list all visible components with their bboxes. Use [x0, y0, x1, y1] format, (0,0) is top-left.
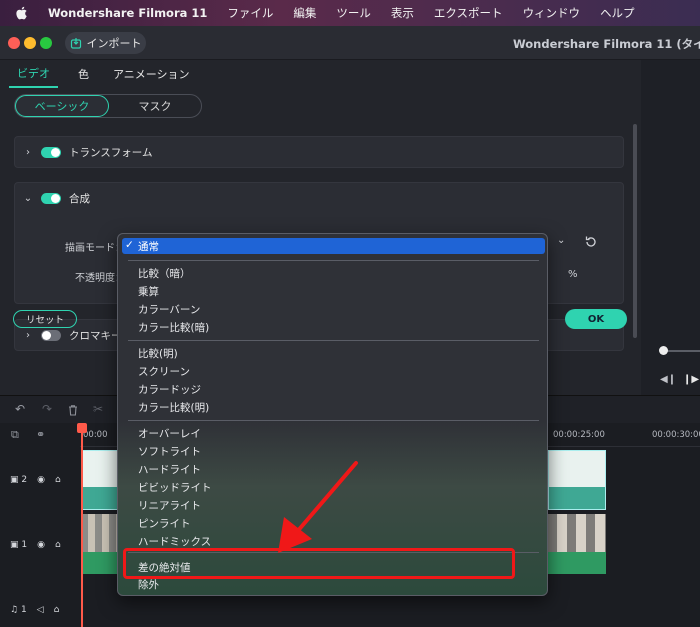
dropdown-chevron-icon[interactable]: ⌄ — [557, 235, 565, 246]
menu-export[interactable]: エクスポート — [434, 5, 503, 21]
menu-separator — [128, 340, 539, 341]
menu-item-lighten[interactable]: 比較(明) — [138, 346, 178, 361]
audio-track-label: 1 — [20, 605, 27, 615]
menu-edit[interactable]: 編集 — [293, 5, 316, 21]
menu-item-linear-light[interactable]: リニアライト — [138, 498, 201, 513]
window-title: Wondershare Filmora 11 (タイトルなし — [513, 37, 700, 51]
panel-tabs: ビデオ 色 アニメーション — [0, 60, 641, 88]
transform-section[interactable]: › トランスフォーム — [14, 136, 624, 168]
segment-basic[interactable]: ベーシック — [15, 95, 109, 117]
menu-item-soft-light[interactable]: ソフトライト — [138, 444, 201, 459]
play-icon[interactable]: ❙▶ — [683, 374, 699, 385]
track-2-label: 2 — [21, 475, 28, 485]
import-label: インポート — [86, 37, 142, 50]
transform-toggle[interactable] — [41, 146, 61, 158]
segment-mask[interactable]: マスク — [109, 95, 201, 117]
playhead-handle[interactable] — [77, 423, 87, 433]
redo-icon[interactable]: ↷ — [42, 402, 52, 416]
minimize-window-button[interactable] — [24, 37, 36, 49]
import-button[interactable]: インポート — [65, 32, 146, 54]
clip-title-start[interactable] — [81, 450, 121, 510]
menu-app-name[interactable]: Wondershare Filmora 11 — [48, 6, 207, 20]
chevron-right-icon[interactable]: › — [23, 330, 33, 341]
menu-item-color-dodge[interactable]: カラードッジ — [138, 382, 201, 397]
playhead[interactable] — [81, 423, 83, 627]
scissors-icon[interactable]: ✂ — [93, 402, 103, 416]
transform-label: トランスフォーム — [69, 146, 153, 159]
tab-video[interactable]: ビデオ — [9, 60, 58, 88]
menu-item-color-burn[interactable]: カラーバーン — [138, 302, 200, 317]
menu-item-exclusion[interactable]: 除外 — [138, 577, 159, 592]
panel-scrollbar[interactable] — [633, 124, 637, 338]
lock-icon[interactable]: ⌂ — [55, 475, 61, 485]
menu-bar: Wondershare Filmora 11 ファイル 編集 ツール 表示 エク… — [0, 0, 700, 26]
music-track-icon: ♫ 1 — [10, 605, 27, 615]
tab-color[interactable]: 色 — [70, 60, 97, 88]
basic-mask-segment: ベーシック マスク — [14, 94, 202, 118]
track-header-video-2: ▣ 2 ◉ ⌂ — [0, 473, 80, 487]
blend-mode-label: 描画モード： — [65, 243, 125, 254]
annotation-arrow-icon — [278, 461, 358, 553]
menu-item-darker-color[interactable]: カラー比較(暗) — [138, 320, 209, 335]
menu-item-overlay[interactable]: オーバーレイ — [138, 426, 201, 441]
lock-icon[interactable]: ⌂ — [55, 540, 61, 550]
composite-toggle[interactable] — [41, 192, 61, 204]
menu-item-normal-label: 通常 — [138, 241, 159, 253]
menu-item-darken[interactable]: 比較（暗） — [138, 266, 191, 281]
menu-item-vivid-light[interactable]: ビビッドライト — [138, 480, 212, 495]
preview-scrubber-knob[interactable] — [659, 346, 668, 355]
reset-button[interactable]: リセット — [13, 310, 77, 328]
menu-file[interactable]: ファイル — [227, 5, 273, 21]
menu-separator — [128, 420, 539, 421]
chroma-toggle[interactable] — [41, 329, 61, 341]
percent-unit: % — [568, 269, 578, 280]
zoom-window-button[interactable] — [40, 37, 52, 49]
composite-label: 合成 — [69, 192, 90, 205]
video-track-icon: ▣ 2 — [10, 475, 28, 485]
checkmark-icon: ✓ — [125, 239, 134, 251]
eye-icon[interactable]: ◉ — [37, 475, 45, 485]
lock-icon[interactable]: ⌂ — [54, 605, 60, 615]
track-1-label: 1 — [21, 540, 28, 550]
eye-icon[interactable]: ◉ — [37, 540, 45, 550]
close-window-button[interactable] — [8, 37, 20, 49]
timecode-25s: 00:00:25:00 — [553, 430, 605, 440]
import-icon — [70, 38, 81, 49]
menu-item-hard-mix[interactable]: ハードミックス — [138, 534, 211, 549]
undo-icon[interactable]: ↶ — [15, 402, 25, 416]
track-header-audio-1: ♫ 1 ◁ ⌂ — [0, 603, 80, 617]
menu-item-pin-light[interactable]: ピンライト — [138, 516, 191, 531]
clip-video-end[interactable] — [548, 514, 606, 574]
ok-button[interactable]: OK — [565, 309, 627, 329]
add-track-icon[interactable]: ⧉ — [11, 428, 19, 442]
clip-title-end[interactable] — [548, 450, 606, 510]
clip-video-start[interactable] — [81, 514, 121, 574]
reset-composite-icon[interactable] — [584, 235, 598, 249]
track-header-video-1: ▣ 1 ◉ ⌂ — [0, 538, 80, 552]
link-icon[interactable]: ⚭ — [36, 428, 45, 441]
menu-item-multiply[interactable]: 乗算 — [138, 284, 159, 299]
step-back-icon[interactable]: ◀❙ — [660, 374, 676, 385]
menu-item-lighter-color[interactable]: カラー比較(明) — [138, 400, 209, 415]
menu-tools[interactable]: ツール — [336, 5, 371, 21]
menu-separator — [128, 260, 539, 261]
preview-panel — [641, 60, 700, 395]
menu-item-normal[interactable] — [122, 238, 545, 254]
menu-help[interactable]: ヘルプ — [600, 5, 635, 21]
timecode-30s: 00:00:30:00 — [652, 430, 700, 440]
chevron-down-icon[interactable]: ⌄ — [23, 193, 33, 204]
trash-icon[interactable] — [67, 404, 79, 416]
title-bar: インポート Wondershare Filmora 11 (タイトルなし — [0, 26, 700, 60]
chevron-right-icon[interactable]: › — [23, 147, 33, 158]
menu-item-hard-light[interactable]: ハードライト — [138, 462, 201, 477]
menu-window[interactable]: ウィンドウ — [523, 5, 581, 21]
menu-item-screen[interactable]: スクリーン — [138, 364, 190, 379]
video-track-icon: ▣ 1 — [10, 540, 28, 550]
tab-animation[interactable]: アニメーション — [105, 60, 198, 88]
speaker-icon[interactable]: ◁ — [37, 605, 44, 615]
menu-view[interactable]: 表示 — [391, 5, 414, 21]
apple-icon[interactable] — [14, 5, 30, 21]
